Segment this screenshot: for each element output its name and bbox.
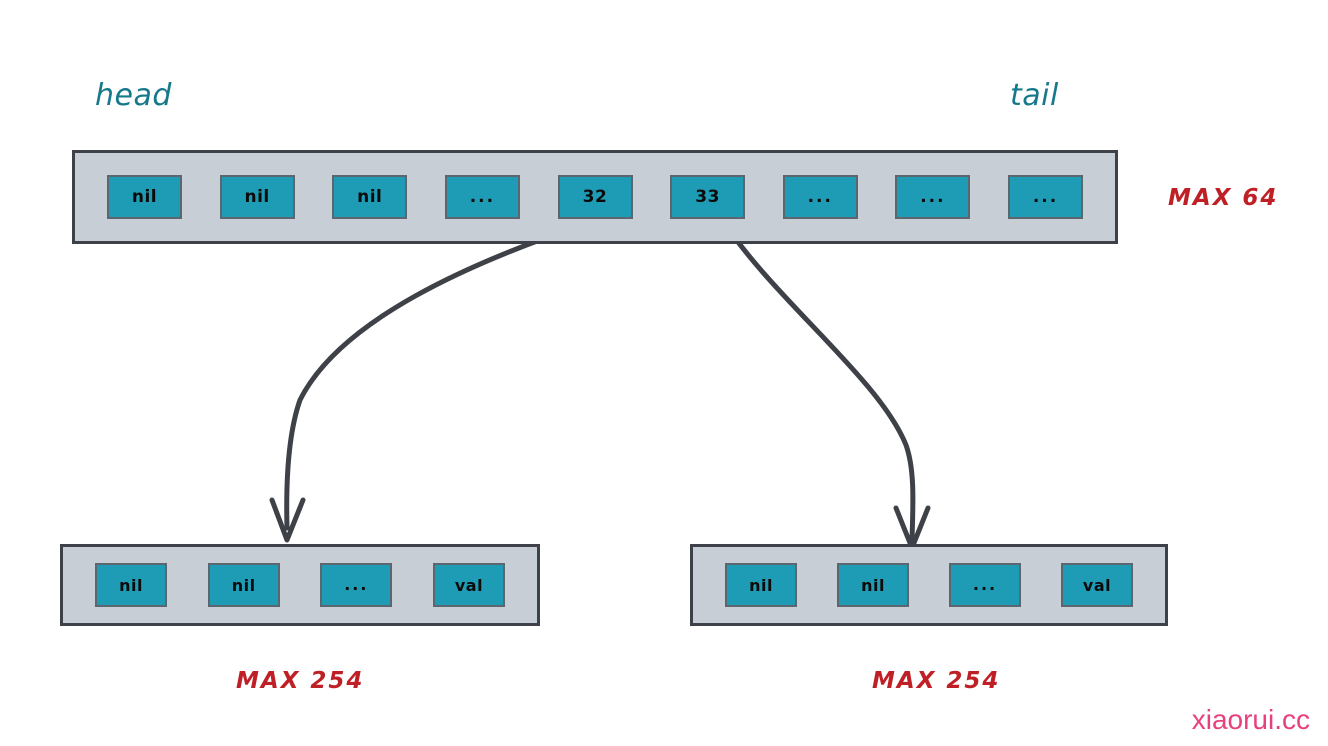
leaf-array-left: nil nil ... val <box>60 544 540 626</box>
arrowhead-left <box>269 497 306 543</box>
capacity-label-right-array: MAX 254 <box>872 668 1001 694</box>
array-cell[interactable]: ... <box>444 175 520 219</box>
array-cell[interactable]: nil <box>95 563 167 607</box>
array-cell-val[interactable]: val <box>432 563 505 607</box>
arrowhead-right <box>893 505 931 551</box>
array-cell[interactable]: ... <box>895 175 971 219</box>
array-cell[interactable]: nil <box>332 175 408 219</box>
pointer-label-tail: tail <box>1010 78 1059 113</box>
top-level-array: nil nil nil ... 32 33 ... ... ... <box>72 150 1118 244</box>
watermark: xiaorui.cc <box>1191 704 1310 735</box>
arrow-33-to-right-array <box>720 218 916 543</box>
leaf-array-right: nil nil ... val <box>690 544 1168 626</box>
pointer-label-head: head <box>95 78 172 113</box>
array-cell[interactable]: ... <box>1008 175 1083 219</box>
arrow-layer <box>269 218 931 551</box>
diagram-canvas: head tail nil nil nil ... 32 33 ... ... … <box>0 0 1328 746</box>
array-cell[interactable]: ... <box>320 563 393 607</box>
array-cell-33[interactable]: 33 <box>670 175 746 219</box>
capacity-label-left-array: MAX 254 <box>236 668 365 694</box>
capacity-label-top-array: MAX 64 <box>1168 185 1279 211</box>
array-cell[interactable]: nil <box>207 563 280 607</box>
array-cell[interactable]: nil <box>837 563 909 607</box>
array-cell[interactable]: nil <box>107 175 182 219</box>
array-cell[interactable]: nil <box>725 563 797 607</box>
arrow-32-to-left-array <box>284 218 597 531</box>
array-cell[interactable]: ... <box>949 563 1021 607</box>
array-cell-val[interactable]: val <box>1061 563 1133 607</box>
array-cell[interactable]: nil <box>219 175 295 219</box>
array-cell-32[interactable]: 32 <box>557 175 633 219</box>
array-cell[interactable]: ... <box>782 175 858 219</box>
